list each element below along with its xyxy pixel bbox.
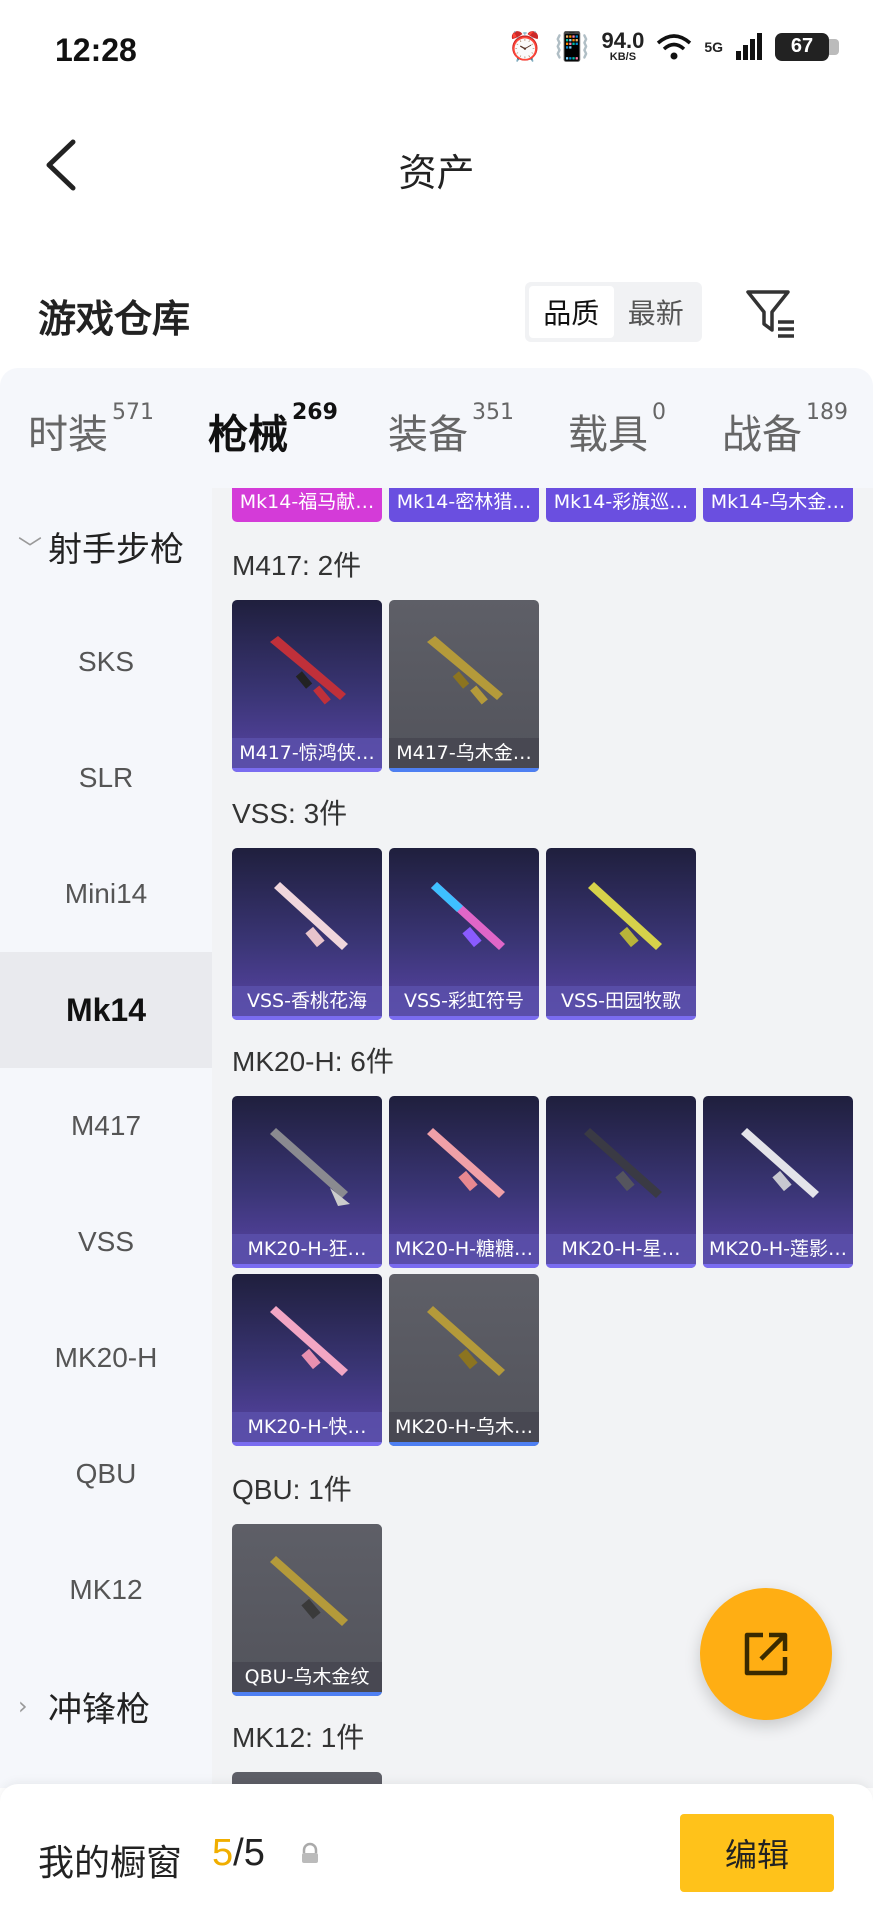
sidebar-item-sks[interactable]: SKS	[0, 604, 212, 720]
sort-toggle: 品质 最新	[525, 282, 702, 342]
external-link-icon	[744, 1632, 788, 1676]
rifle-icon	[427, 1306, 505, 1376]
weapon-card[interactable]: MK20-H-狂…	[232, 1096, 382, 1268]
rifle-icon	[270, 1556, 348, 1626]
weapon-card[interactable]: MK20-H-糖糖…	[389, 1096, 539, 1268]
weapon-card[interactable]: M417-惊鸿侠…	[232, 600, 382, 772]
page-title: 资产	[398, 151, 475, 195]
category-tabs: 时装 571 枪械 269 装备 351 载具 0 战备 189	[0, 368, 873, 497]
weapon-card[interactable]: VSS-彩虹符号	[389, 848, 539, 1020]
weapon-card[interactable]: QBU-乌木金纹	[232, 1524, 382, 1696]
rifle-icon	[274, 882, 348, 950]
warehouse-title: 游戏仓库	[38, 297, 191, 341]
sidebar-item-m417[interactable]: M417	[0, 1068, 212, 1184]
status-bar: 12:28 ⏰ 📳 94.0 KB/S 5G 67	[0, 0, 873, 100]
filter-icon	[746, 290, 794, 338]
sort-newest[interactable]: 最新	[614, 286, 699, 338]
chevron-right-icon: ›	[18, 1692, 28, 1720]
signal-icon	[736, 32, 762, 60]
showcase-bar: 我的橱窗 5/5 编辑	[0, 1784, 873, 1920]
sidebar-item-mk12[interactable]: MK12	[0, 1532, 212, 1648]
sidebar-item-mini14[interactable]: Mini14	[0, 836, 212, 952]
network-speed: 94.0 KB/S	[601, 28, 645, 63]
weapon-card[interactable]: MK20-H-莲影…	[703, 1096, 853, 1268]
status-icons: ⏰ 📳 94.0 KB/S 5G 67	[507, 28, 839, 63]
rifle-icon	[270, 1306, 348, 1376]
weapon-card[interactable]: MK20-H-乌木…	[389, 1274, 539, 1446]
rifle-icon	[584, 1128, 662, 1198]
rifle-icon	[427, 636, 503, 705]
edit-button[interactable]: 编辑	[680, 1814, 834, 1892]
weapon-card-partial[interactable]: Mk14-密林猎…	[389, 488, 539, 522]
chevron-down-icon: ﹀	[18, 534, 42, 563]
filter-button[interactable]	[742, 284, 800, 342]
tab-fashion[interactable]: 时装 571	[28, 400, 154, 460]
showcase-label: 我的橱窗	[38, 1843, 183, 1884]
section-title-qbu: QBU: 1件	[232, 1474, 352, 1505]
vibrate-icon: 📳	[554, 30, 590, 63]
network-type: 5G	[704, 38, 723, 55]
showcase-count: 5/5	[212, 1832, 265, 1874]
weapon-card[interactable]: VSS-田园牧歌	[546, 848, 696, 1020]
sidebar-group-marksman[interactable]: ﹀ 射手步枪	[0, 488, 212, 604]
weapon-card[interactable]: VSS-香桃花海	[232, 848, 382, 1020]
weapon-type-sidebar: ﹀ 射手步枪 SKS SLR Mini14 Mk14 M417 VSS MK20…	[0, 488, 212, 1788]
section-title-mk12: MK12: 1件	[232, 1722, 365, 1753]
sort-quality[interactable]: 品质	[529, 286, 614, 338]
section-title-vss: VSS: 3件	[232, 798, 348, 829]
status-time: 12:28	[55, 32, 137, 68]
section-title-mk20h: MK20-H: 6件	[232, 1046, 394, 1077]
alarm-icon: ⏰	[507, 30, 543, 63]
sidebar-item-mk20h[interactable]: MK20-H	[0, 1300, 212, 1416]
share-fab[interactable]	[700, 1588, 832, 1720]
sidebar-item-qbu[interactable]: QBU	[0, 1416, 212, 1532]
tab-vehicles[interactable]: 载具 0	[568, 400, 666, 460]
section-title-m417: M417: 2件	[232, 550, 362, 581]
rifle-icon	[588, 882, 662, 950]
sidebar-group-smg[interactable]: › 冲锋枪	[0, 1648, 212, 1764]
warehouse-header: 游戏仓库 品质 最新	[0, 270, 873, 366]
weapon-card[interactable]: MK20-H-快…	[232, 1274, 382, 1446]
rifle-icon	[427, 1128, 505, 1198]
rifle-icon	[270, 1128, 350, 1206]
battery-icon: 67	[775, 32, 839, 61]
tab-firearms[interactable]: 枪械 269	[208, 400, 338, 497]
app-header: 资产	[0, 100, 873, 230]
sidebar-item-slr[interactable]: SLR	[0, 720, 212, 836]
rifle-icon	[270, 636, 346, 705]
lock-icon	[302, 1842, 318, 1863]
wifi-icon	[657, 33, 692, 59]
tab-equipment[interactable]: 装备 351	[388, 400, 514, 460]
weapon-card-partial[interactable]: Mk14-福马献…	[232, 488, 382, 522]
weapon-card-partial[interactable]: Mk14-乌木金…	[703, 488, 853, 522]
rifle-icon	[431, 882, 505, 950]
weapon-card[interactable]: M417-乌木金…	[389, 600, 539, 772]
tab-supplies[interactable]: 战备 189	[722, 400, 848, 460]
weapon-card[interactable]: MK20-H-星…	[546, 1096, 696, 1268]
sidebar-item-vss[interactable]: VSS	[0, 1184, 212, 1300]
rifle-icon	[741, 1128, 819, 1198]
weapon-card-partial[interactable]: Mk14-彩旗巡…	[546, 488, 696, 522]
sidebar-item-mk14[interactable]: Mk14	[0, 952, 212, 1068]
